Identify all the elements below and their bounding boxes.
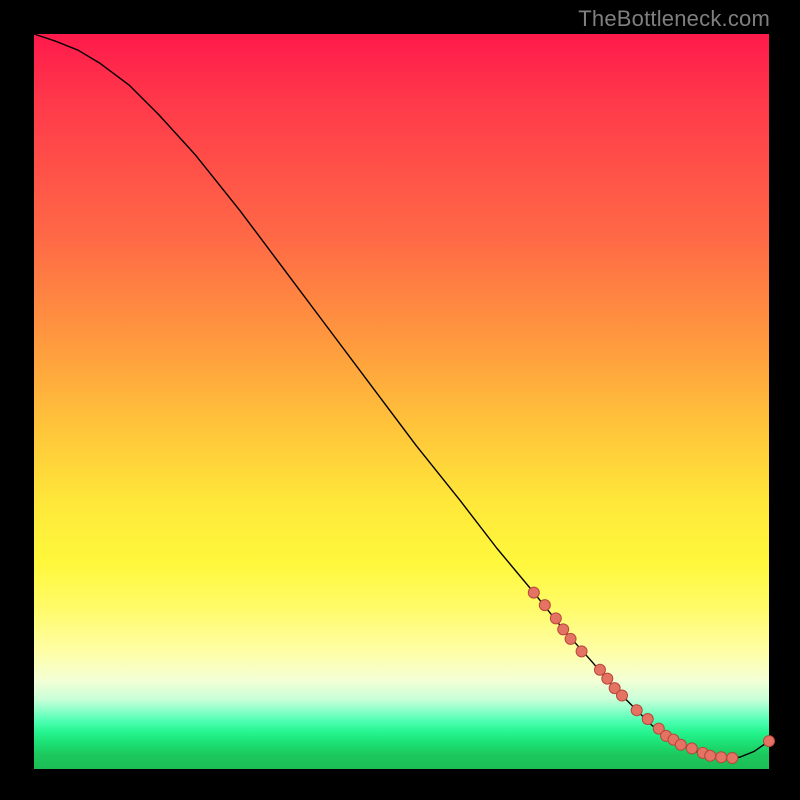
highlight-dot [686,743,697,754]
highlight-dot [565,633,576,644]
highlight-dot [602,673,613,684]
highlight-dot [727,752,738,763]
plot-area [34,34,769,769]
chart-overlay [34,34,769,769]
highlight-dot [675,739,686,750]
highlight-dot [576,646,587,657]
highlight-dot [594,664,605,675]
highlight-dot [764,736,775,747]
bottleneck-curve [34,34,769,758]
highlight-dot [705,750,716,761]
highlight-dot [539,600,550,611]
highlight-dot [528,587,539,598]
highlight-dot [550,613,561,624]
highlight-dot [558,624,569,635]
highlight-dot [716,752,727,763]
highlight-dot [617,690,628,701]
watermark-text: TheBottleneck.com [578,6,770,32]
highlight-dot [631,705,642,716]
highlight-dots [528,587,774,763]
chart-stage: TheBottleneck.com [0,0,800,800]
highlight-dot [642,714,653,725]
